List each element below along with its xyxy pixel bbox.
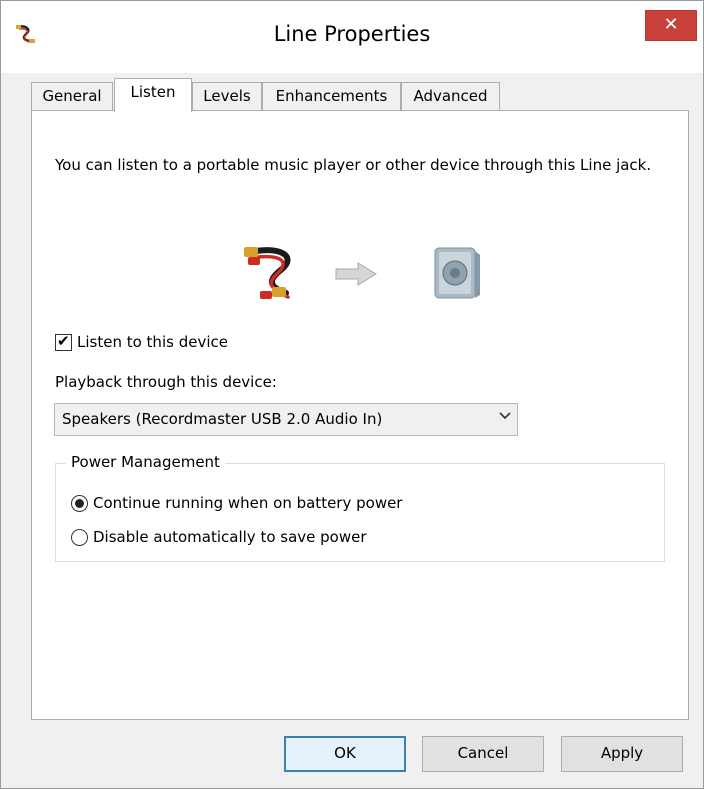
title-bar: Line Properties ✕ bbox=[1, 1, 703, 73]
continue-running-radio[interactable] bbox=[71, 495, 88, 512]
cancel-button[interactable]: Cancel bbox=[422, 736, 544, 772]
power-management-title: Power Management bbox=[66, 453, 225, 471]
window-title: Line Properties bbox=[273, 22, 431, 46]
close-button[interactable]: ✕ bbox=[645, 10, 697, 41]
chevron-down-icon bbox=[499, 410, 511, 425]
playback-label: Playback through this device: bbox=[55, 373, 277, 391]
tab-strip: General Listen Levels Enhancements Advan… bbox=[31, 78, 691, 112]
disable-automatically-radio[interactable] bbox=[71, 529, 88, 546]
playback-device-select[interactable]: Speakers (Recordmaster USB 2.0 Audio In) bbox=[54, 403, 518, 436]
power-management-group: Power Management Continue running when o… bbox=[55, 453, 665, 562]
tab-general[interactable]: General bbox=[31, 82, 113, 110]
radio-selected-dot bbox=[75, 499, 84, 508]
playback-device-value: Speakers (Recordmaster USB 2.0 Audio In) bbox=[62, 410, 383, 428]
tab-advanced[interactable]: Advanced bbox=[401, 82, 500, 110]
tab-enhancements[interactable]: Enhancements bbox=[262, 82, 401, 110]
arrow-right-icon bbox=[334, 261, 378, 291]
ok-button[interactable]: OK bbox=[284, 736, 406, 772]
listen-checkbox[interactable]: ✔ bbox=[55, 332, 72, 351]
checkmark-icon: ✔ bbox=[57, 332, 70, 350]
listen-illustration bbox=[242, 243, 492, 303]
listen-checkbox-label[interactable]: Listen to this device bbox=[77, 333, 228, 351]
disable-automatically-label[interactable]: Disable automatically to save power bbox=[93, 528, 367, 546]
listen-description: You can listen to a portable music playe… bbox=[55, 156, 652, 174]
listen-tab-panel: You can listen to a portable music playe… bbox=[31, 110, 689, 720]
tab-levels[interactable]: Levels bbox=[192, 82, 262, 110]
audio-cable-icon bbox=[242, 243, 302, 307]
speaker-icon bbox=[432, 245, 482, 305]
apply-button[interactable]: Apply bbox=[561, 736, 683, 772]
line-properties-dialog: Line Properties ✕ General Listen Levels … bbox=[0, 0, 704, 789]
tab-listen[interactable]: Listen bbox=[114, 78, 192, 112]
close-icon: ✕ bbox=[663, 14, 679, 35]
continue-running-label[interactable]: Continue running when on battery power bbox=[93, 494, 402, 512]
